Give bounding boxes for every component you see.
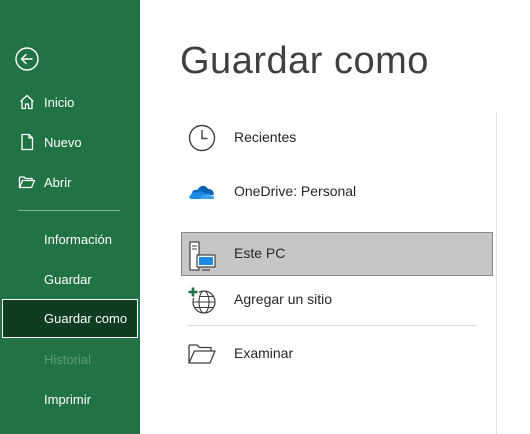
add-globe-icon <box>187 286 217 314</box>
location-label: Examinar <box>234 345 294 361</box>
save-as-panel: Guardar como Recientes OneDrive: Persona… <box>140 0 530 434</box>
location-label: Recientes <box>234 129 297 145</box>
sidebar-item-label: Nuevo <box>44 134 82 150</box>
sidebar-divider <box>18 210 120 211</box>
folder-icon <box>187 340 217 368</box>
back-button[interactable] <box>14 46 40 72</box>
home-icon <box>18 93 36 111</box>
sidebar-item-guardar[interactable]: Guardar <box>0 260 140 298</box>
back-arrow-icon <box>15 47 39 71</box>
sidebar-item-label: Historial <box>44 351 91 367</box>
location-label: Agregar un sitio <box>234 291 333 307</box>
sidebar-item-historial: Historial <box>0 340 140 378</box>
onedrive-cloud-icon <box>187 178 217 206</box>
sidebar-item-label: Abrir <box>44 174 72 190</box>
location-label: Este PC <box>234 245 286 261</box>
sidebar-item-nuevo[interactable]: Nuevo <box>0 123 140 161</box>
sidebar-item-label: Información <box>44 231 112 247</box>
sidebar-item-label: Inicio <box>44 94 75 110</box>
sidebar-item-inicio[interactable]: Inicio <box>0 83 140 121</box>
sidebar-item-guardar-como[interactable]: Guardar como <box>2 299 138 338</box>
location-examinar[interactable]: Examinar <box>181 332 493 376</box>
backstage-sidebar: Inicio Nuevo Abrir Información Guardar G… <box>0 0 140 434</box>
location-label: OneDrive: Personal <box>234 183 357 199</box>
location-divider <box>187 325 477 326</box>
sidebar-item-label: Guardar <box>44 271 92 287</box>
sidebar-item-label: Guardar como <box>44 311 128 326</box>
panel-divider <box>496 112 497 434</box>
sidebar-item-label: Imprimir <box>44 391 91 407</box>
sidebar-item-abrir[interactable]: Abrir <box>0 163 140 201</box>
open-folder-icon <box>18 173 36 191</box>
sidebar-item-imprimir[interactable]: Imprimir <box>0 380 140 418</box>
location-agregar-sitio[interactable]: Agregar un sitio <box>181 278 493 322</box>
computer-icon <box>188 241 218 271</box>
location-recientes[interactable]: Recientes <box>181 116 493 160</box>
location-este-pc[interactable]: Este PC <box>181 232 493 276</box>
clock-icon <box>187 124 217 152</box>
location-onedrive[interactable]: OneDrive: Personal <box>181 170 493 214</box>
page-title: Guardar como <box>180 40 429 82</box>
sidebar-item-informacion[interactable]: Información <box>0 220 140 258</box>
new-document-icon <box>18 133 36 151</box>
